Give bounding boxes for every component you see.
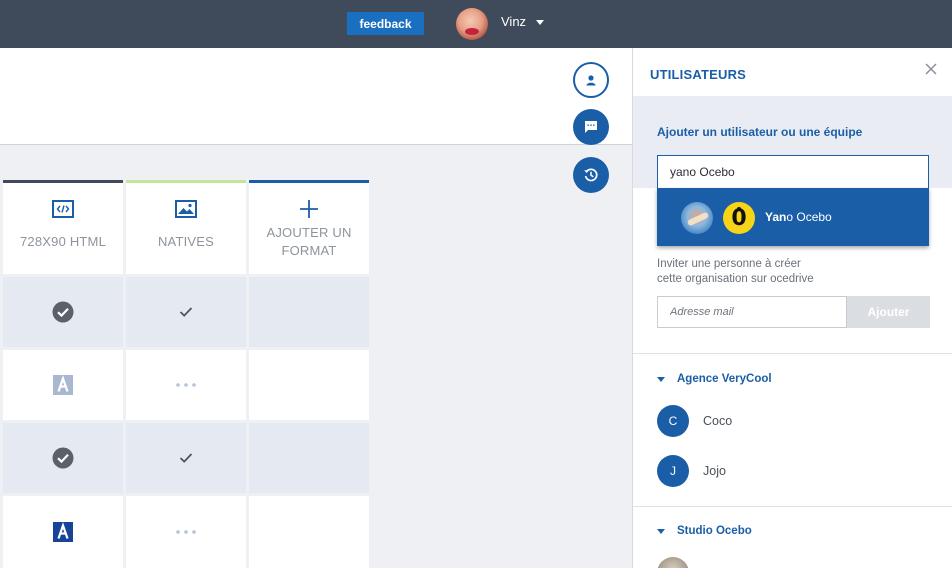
close-icon[interactable] [924, 62, 938, 76]
column-color-bar [249, 180, 369, 183]
column-label: 728X90 HTML [19, 234, 107, 249]
plus-icon [300, 200, 318, 218]
text-a-icon [53, 375, 73, 395]
add-format-column[interactable]: AJOUTER UN FORMAT [249, 180, 369, 274]
group-header-agence-verycool[interactable]: Agence VeryCool [657, 373, 772, 385]
avatar: C [657, 405, 689, 437]
caret-down-icon [657, 528, 665, 534]
code-icon [52, 200, 74, 218]
ellipsis-icon [176, 530, 196, 534]
member-name: Jojo [703, 464, 726, 478]
divider [633, 506, 952, 507]
grid-cell[interactable] [126, 423, 246, 493]
user-photo [681, 202, 713, 234]
add-format-label: AJOUTER UN FORMAT [266, 225, 352, 258]
ellipsis-icon [176, 383, 196, 387]
user-icon [586, 75, 596, 86]
grid-cell[interactable] [249, 350, 369, 420]
comments-button[interactable] [573, 109, 609, 145]
feedback-button[interactable]: feedback [347, 12, 424, 35]
format-column-728x90[interactable]: 728X90 HTML [3, 180, 123, 274]
user-avatar[interactable] [456, 8, 488, 40]
group-name: Agence VeryCool [677, 373, 772, 385]
content-header [0, 48, 632, 145]
grid-cell[interactable] [249, 277, 369, 347]
avatar[interactable] [657, 557, 689, 568]
group-name: Studio Ocebo [677, 525, 752, 537]
user-search-input[interactable] [657, 155, 929, 189]
caret-down-icon [657, 376, 665, 382]
user-name[interactable]: Vinz [501, 14, 526, 29]
grid-cell[interactable] [249, 496, 369, 568]
format-column-natives[interactable]: NATIVES [126, 180, 246, 274]
email-field[interactable] [657, 296, 847, 328]
check-icon [179, 453, 193, 463]
check-circle-icon [52, 447, 74, 469]
grid-cell[interactable] [126, 277, 246, 347]
top-bar: feedback Vinz [0, 0, 952, 48]
group-header-studio-ocebo[interactable]: Studio Ocebo [657, 525, 752, 537]
grid-cell[interactable] [126, 496, 246, 568]
grid-cell[interactable] [249, 423, 369, 493]
users-panel-button[interactable] [573, 62, 609, 98]
chat-icon [585, 121, 597, 133]
grid-cell[interactable] [3, 423, 123, 493]
member-item[interactable]: C Coco [657, 405, 732, 437]
panel-title: UTILISATEURS [650, 67, 747, 82]
avatar: J [657, 455, 689, 487]
image-icon [175, 200, 197, 218]
autocomplete-suggestion[interactable]: 0 Yano Ocebo [657, 188, 929, 246]
column-color-bar [3, 180, 123, 183]
history-icon [584, 168, 598, 182]
grid-cell[interactable] [3, 350, 123, 420]
member-item[interactable]: J Jojo [657, 455, 726, 487]
invite-text: Inviter une personne à créer cette organ… [657, 258, 814, 285]
chevron-down-icon[interactable] [536, 20, 544, 25]
column-color-bar [126, 180, 246, 183]
suggestion-name: Yano Ocebo [765, 210, 832, 224]
users-panel: UTILISATEURS Ajouter un utilisateur ou u… [632, 48, 952, 568]
history-button[interactable] [573, 157, 609, 193]
grid-cell[interactable] [126, 350, 246, 420]
add-button[interactable]: Ajouter [847, 296, 930, 328]
check-circle-icon [52, 301, 74, 323]
add-user-label: Ajouter un utilisateur ou une équipe [657, 125, 863, 139]
divider [633, 353, 952, 354]
check-icon [179, 307, 193, 317]
grid-cell[interactable] [3, 496, 123, 568]
grid-cell[interactable] [3, 277, 123, 347]
text-a-icon [53, 522, 73, 542]
column-label: NATIVES [157, 234, 215, 249]
ocebo-logo: 0 [723, 202, 755, 234]
member-name: Coco [703, 414, 733, 428]
